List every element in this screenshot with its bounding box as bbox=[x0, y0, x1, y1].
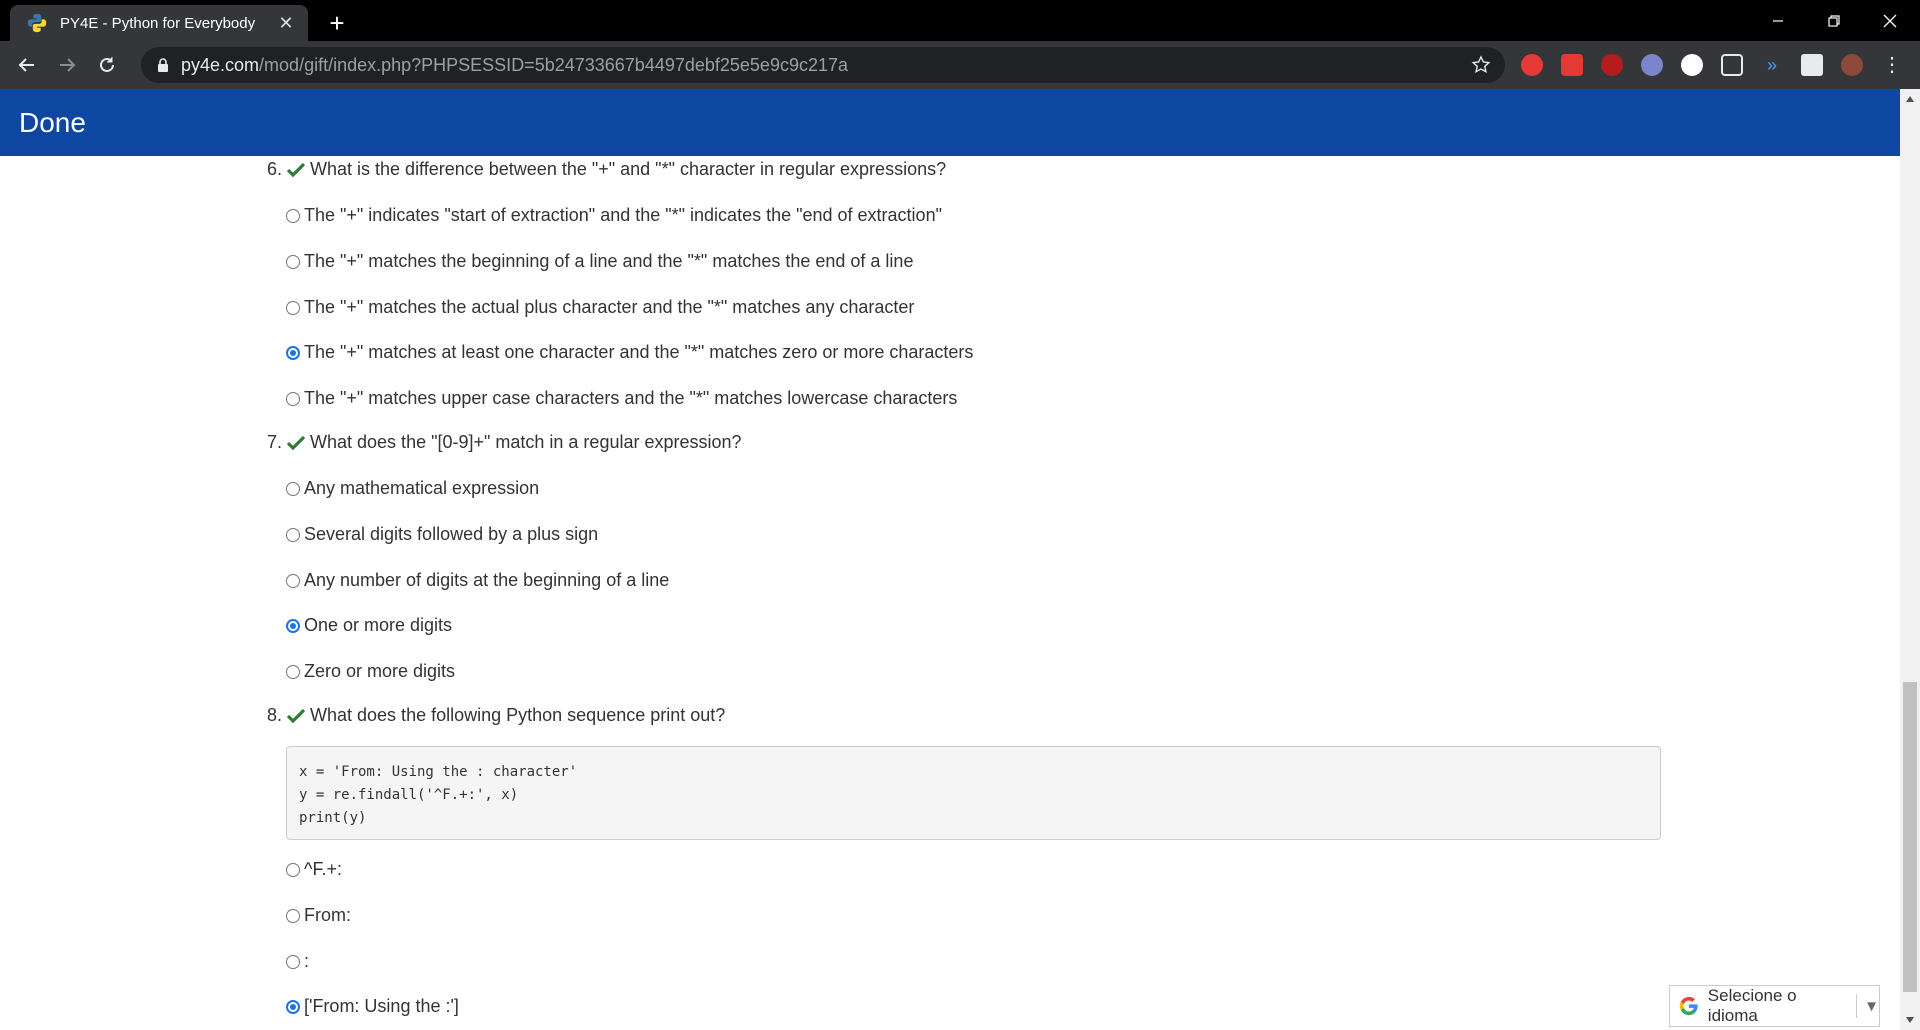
answer-option[interactable]: The "+" matches the actual plus characte… bbox=[286, 297, 914, 318]
checkmark-icon bbox=[286, 435, 306, 450]
checkmark-icon bbox=[286, 708, 306, 723]
code-line: print(y) bbox=[299, 810, 367, 826]
answer-option[interactable]: The "+" matches upper case characters an… bbox=[286, 388, 957, 409]
video-extension-icon[interactable] bbox=[1561, 54, 1583, 76]
option-label: The "+" matches the actual plus characte… bbox=[304, 297, 915, 317]
radio-button[interactable] bbox=[286, 391, 300, 406]
code-block: x = 'From: Using the : character' y = re… bbox=[286, 746, 1661, 840]
option-label: Any mathematical expression bbox=[304, 478, 540, 498]
radio-button[interactable] bbox=[286, 908, 300, 923]
lock-icon bbox=[158, 58, 168, 72]
dropdown-arrow-icon[interactable]: ▼ bbox=[1864, 998, 1879, 1015]
radio-button[interactable] bbox=[286, 254, 300, 269]
new-tab-button[interactable]: + bbox=[322, 8, 352, 38]
answer-option[interactable]: Any number of digits at the beginning of… bbox=[286, 570, 669, 591]
answer-option[interactable]: The "+" indicates "start of extraction" … bbox=[286, 205, 942, 226]
question-7: 7. What does the "[0-9]+" match in a reg… bbox=[267, 432, 742, 453]
browser-tab[interactable]: PY4E - Python for Everybody ✕ bbox=[10, 5, 308, 41]
reader-extension-icon[interactable] bbox=[1721, 54, 1743, 76]
option-label: Zero or more digits bbox=[304, 661, 456, 681]
browser-tab-strip: PY4E - Python for Everybody ✕ + bbox=[0, 0, 1920, 41]
option-label: ['From: Using the :'] bbox=[304, 996, 459, 1016]
page-header: Done bbox=[0, 89, 1900, 156]
radio-button[interactable] bbox=[286, 664, 300, 679]
radio-button[interactable] bbox=[286, 527, 300, 542]
option-label: : bbox=[304, 951, 310, 971]
quiz-content: 6. What is the difference between the "+… bbox=[0, 156, 1900, 1030]
radio-button[interactable] bbox=[286, 862, 300, 877]
option-label: The "+" matches at least one character a… bbox=[304, 342, 974, 362]
question-8: 8. What does the following Python sequen… bbox=[267, 705, 725, 726]
divider bbox=[1856, 994, 1858, 1018]
answer-option[interactable]: From: bbox=[286, 905, 351, 926]
answer-option[interactable]: : bbox=[286, 951, 309, 972]
extensions-puzzle-icon[interactable] bbox=[1801, 54, 1823, 76]
answer-option[interactable]: ^F.+: bbox=[286, 859, 342, 880]
page-title: Done bbox=[19, 107, 86, 138]
adblock-extension-icon[interactable] bbox=[1521, 54, 1543, 76]
tab-title: PY4E - Python for Everybody bbox=[60, 14, 256, 32]
reload-icon[interactable] bbox=[92, 50, 122, 80]
radio-button[interactable] bbox=[286, 208, 300, 223]
back-icon[interactable] bbox=[12, 50, 42, 80]
tab-close-icon[interactable]: ✕ bbox=[272, 9, 300, 37]
close-window-icon[interactable] bbox=[1862, 0, 1918, 41]
audio-extension-icon[interactable]: » bbox=[1761, 54, 1783, 76]
add-extension-icon[interactable] bbox=[1681, 54, 1703, 76]
question-number: 6. bbox=[267, 159, 283, 179]
question-6: 6. What is the difference between the "+… bbox=[267, 159, 946, 180]
code-line: x = 'From: Using the : character' bbox=[299, 764, 578, 780]
question-text: What does the following Python sequence … bbox=[310, 705, 726, 725]
radio-button[interactable] bbox=[286, 300, 300, 315]
browser-toolbar: py4e.com/mod/gift/index.php?PHPSESSID=5b… bbox=[0, 41, 1920, 89]
option-label: Several digits followed by a plus sign bbox=[304, 524, 599, 544]
google-translate-selector[interactable]: Selecione o idioma ▼ bbox=[1669, 985, 1880, 1027]
option-label: The "+" indicates "start of extraction" … bbox=[304, 205, 942, 225]
page-scrollbar[interactable] bbox=[1900, 89, 1920, 1030]
minimize-icon[interactable] bbox=[1750, 0, 1806, 41]
translate-label: Selecione o idioma bbox=[1707, 986, 1797, 1025]
radio-button-selected[interactable] bbox=[286, 618, 300, 633]
forward-icon[interactable] bbox=[52, 50, 82, 80]
code-line: y = re.findall('^F.+:', x) bbox=[299, 787, 519, 803]
question-text: What does the "[0-9]+" match in a regula… bbox=[310, 432, 742, 452]
menu-kebab-icon[interactable]: ⋮ bbox=[1881, 54, 1903, 76]
answer-option[interactable]: Any mathematical expression bbox=[286, 478, 539, 499]
bookmark-star-icon[interactable] bbox=[1471, 55, 1491, 75]
python-logo-icon bbox=[27, 13, 47, 33]
question-number: 7. bbox=[267, 432, 283, 452]
option-label: The "+" matches upper case characters an… bbox=[304, 388, 958, 408]
scroll-up-arrow-icon[interactable] bbox=[1900, 89, 1920, 109]
scroll-down-arrow-icon[interactable] bbox=[1900, 1010, 1920, 1030]
profile-avatar[interactable] bbox=[1841, 54, 1863, 76]
option-label: From: bbox=[304, 905, 351, 925]
option-label: One or more digits bbox=[304, 615, 453, 635]
vpn-extension-icon[interactable] bbox=[1641, 54, 1663, 76]
answer-option-selected[interactable]: The "+" matches at least one character a… bbox=[286, 342, 973, 363]
answer-option[interactable]: The "+" matches the beginning of a line … bbox=[286, 251, 913, 272]
radio-button-selected[interactable] bbox=[286, 345, 300, 360]
checkmark-icon bbox=[286, 162, 306, 177]
answer-option-selected[interactable]: One or more digits bbox=[286, 615, 452, 636]
address-bar[interactable]: py4e.com/mod/gift/index.php?PHPSESSID=5b… bbox=[141, 47, 1505, 83]
radio-button[interactable] bbox=[286, 573, 300, 588]
radio-button[interactable] bbox=[286, 481, 300, 496]
radio-button-selected[interactable] bbox=[286, 999, 300, 1014]
restore-icon[interactable] bbox=[1806, 0, 1862, 41]
option-label: The "+" matches the beginning of a line … bbox=[304, 251, 914, 271]
google-g-icon bbox=[1679, 996, 1698, 1016]
question-text: What is the difference between the "+" a… bbox=[310, 159, 947, 179]
red-extension-icon[interactable] bbox=[1601, 54, 1623, 76]
answer-option[interactable]: Several digits followed by a plus sign bbox=[286, 524, 598, 545]
answer-option[interactable]: Zero or more digits bbox=[286, 661, 455, 682]
answer-option-selected[interactable]: ['From: Using the :'] bbox=[286, 996, 459, 1017]
option-label: ^F.+: bbox=[304, 859, 342, 879]
question-number: 8. bbox=[267, 705, 283, 725]
url-text: py4e.com/mod/gift/index.php?PHPSESSID=5b… bbox=[181, 54, 849, 75]
scrollbar-thumb[interactable] bbox=[1903, 682, 1917, 992]
option-label: Any number of digits at the beginning of… bbox=[304, 570, 670, 590]
radio-button[interactable] bbox=[286, 954, 300, 969]
